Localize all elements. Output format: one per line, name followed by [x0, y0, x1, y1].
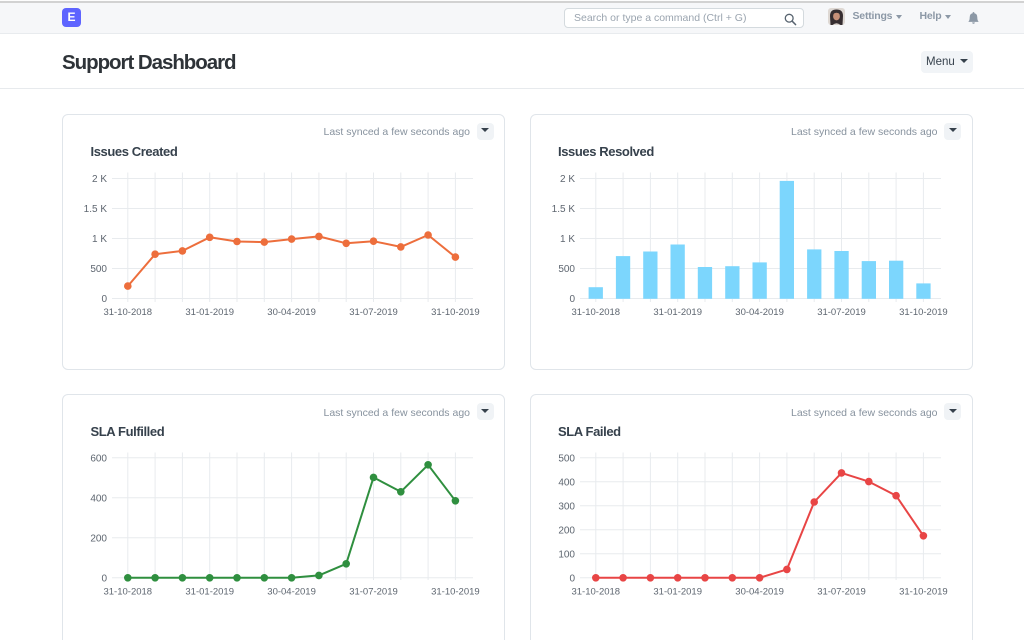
svg-text:2 K: 2 K	[92, 174, 107, 185]
svg-text:600: 600	[90, 453, 107, 464]
svg-text:31-10-2019: 31-10-2019	[899, 587, 948, 598]
svg-text:30-04-2019: 30-04-2019	[735, 307, 784, 318]
svg-text:0: 0	[101, 573, 107, 584]
svg-text:30-04-2019: 30-04-2019	[267, 307, 316, 318]
svg-text:400: 400	[558, 477, 575, 488]
svg-text:30-04-2019: 30-04-2019	[267, 587, 316, 598]
svg-text:31-10-2018: 31-10-2018	[103, 307, 152, 318]
svg-text:400: 400	[90, 493, 107, 504]
svg-text:200: 200	[90, 533, 107, 544]
svg-text:31-01-2019: 31-01-2019	[653, 587, 702, 598]
svg-text:500: 500	[558, 453, 575, 464]
svg-text:0: 0	[569, 294, 575, 305]
svg-text:31-10-2019: 31-10-2019	[431, 587, 480, 598]
svg-text:500: 500	[90, 264, 107, 275]
svg-text:30-04-2019: 30-04-2019	[735, 587, 784, 598]
svg-text:100: 100	[558, 549, 575, 560]
svg-text:1.5 K: 1.5 K	[551, 204, 575, 215]
svg-text:31-07-2019: 31-07-2019	[817, 587, 866, 598]
svg-text:500: 500	[558, 264, 575, 275]
svg-text:31-10-2018: 31-10-2018	[103, 587, 152, 598]
svg-text:31-07-2019: 31-07-2019	[349, 307, 398, 318]
svg-text:31-10-2018: 31-10-2018	[571, 307, 620, 318]
svg-text:2 K: 2 K	[559, 174, 574, 185]
svg-text:300: 300	[558, 501, 575, 512]
svg-text:31-01-2019: 31-01-2019	[653, 307, 702, 318]
svg-text:31-10-2019: 31-10-2019	[431, 307, 480, 318]
svg-text:31-10-2019: 31-10-2019	[899, 307, 948, 318]
svg-text:1.5 K: 1.5 K	[84, 204, 108, 215]
svg-text:31-01-2019: 31-01-2019	[185, 307, 234, 318]
svg-text:0: 0	[569, 573, 575, 584]
svg-text:31-10-2018: 31-10-2018	[571, 587, 620, 598]
svg-text:31-07-2019: 31-07-2019	[349, 587, 398, 598]
svg-text:1 K: 1 K	[92, 234, 107, 245]
svg-text:200: 200	[558, 525, 575, 536]
svg-text:31-01-2019: 31-01-2019	[185, 587, 234, 598]
svg-text:1 K: 1 K	[559, 234, 574, 245]
svg-text:0: 0	[101, 294, 107, 305]
svg-text:31-07-2019: 31-07-2019	[817, 307, 866, 318]
